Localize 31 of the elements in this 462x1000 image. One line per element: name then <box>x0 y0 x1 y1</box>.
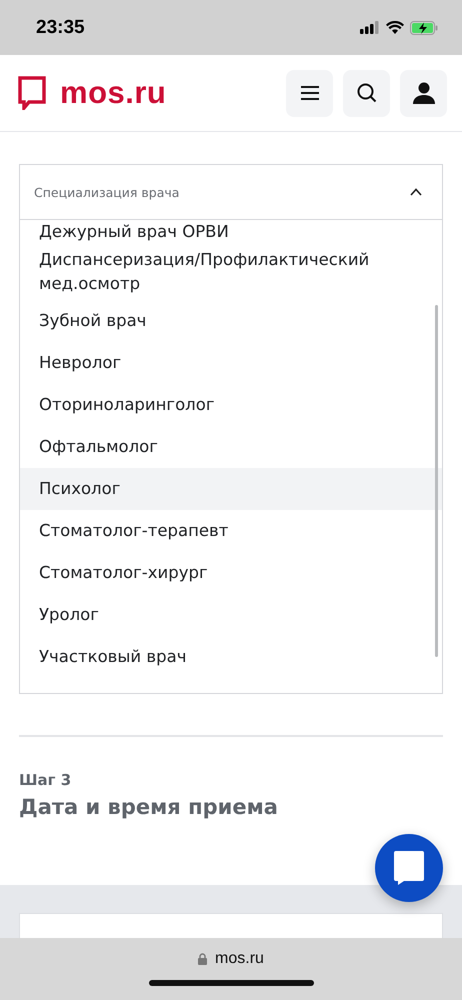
search-button[interactable] <box>343 70 390 116</box>
battery-charging-icon <box>410 20 438 34</box>
dropdown-option[interactable]: Офтальмолог <box>20 426 442 468</box>
step-label: Шаг 3 <box>19 771 72 789</box>
step-title: Дата и время приема <box>19 795 279 819</box>
dropdown-option[interactable]: Диспансеризация/Профилактический мед.осмотр <box>20 244 442 300</box>
dropdown-option[interactable]: Психолог <box>20 468 442 510</box>
dropdown-option[interactable]: Участковый врач <box>20 636 442 678</box>
menu-icon <box>300 85 320 101</box>
logo-text[interactable]: mos.ru <box>60 75 166 111</box>
select-label: Специализация врача <box>34 184 180 200</box>
profile-button[interactable] <box>400 70 447 116</box>
signal-icon <box>360 21 380 34</box>
specialization-select[interactable]: Специализация врача <box>19 164 443 220</box>
wifi-icon <box>386 21 404 34</box>
status-time: 23:35 <box>36 16 85 38</box>
chat-button[interactable] <box>375 834 443 902</box>
dropdown-option[interactable]: Стоматолог-терапевт <box>20 510 442 552</box>
dropdown-option[interactable]: Оториноларинголог <box>20 384 442 426</box>
dropdown-option[interactable]: Зубной врач <box>20 300 442 342</box>
dropdown-option[interactable]: Невролог <box>20 342 442 384</box>
person-icon <box>412 82 434 104</box>
menu-button[interactable] <box>286 70 333 116</box>
search-icon <box>356 83 376 103</box>
logo-icon <box>18 76 46 110</box>
url-text[interactable]: mos.ru <box>215 950 264 968</box>
dropdown-option[interactable]: Стоматолог-хирург <box>20 552 442 594</box>
speech-bubble-icon <box>394 851 424 885</box>
dropdown-option[interactable]: Уролог <box>20 594 442 636</box>
lock-icon <box>198 953 208 965</box>
dropdown-option[interactable]: Дежурный врач ОРВИ <box>20 220 442 244</box>
